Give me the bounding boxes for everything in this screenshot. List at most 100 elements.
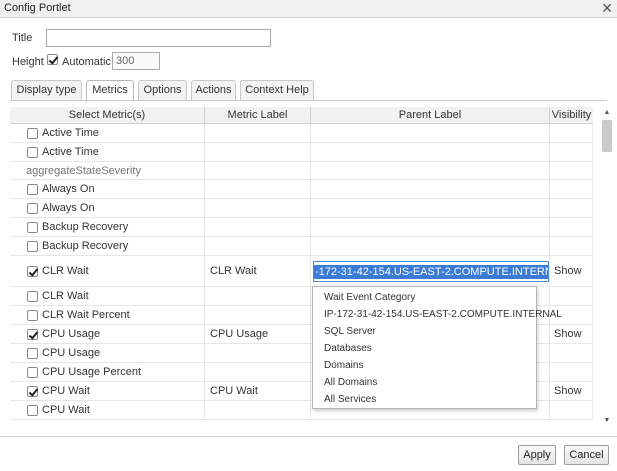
visibility-cell[interactable] — [550, 401, 593, 419]
tab-display-type[interactable]: Display type — [11, 80, 82, 101]
visibility-cell[interactable] — [550, 180, 593, 198]
metric-cell: Backup Recovery — [10, 218, 205, 236]
table-row[interactable]: Backup Recovery — [10, 218, 593, 237]
metric-label-cell[interactable] — [205, 199, 311, 217]
metric-checkbox[interactable] — [27, 328, 38, 340]
metric-name: CLR Wait Percent — [42, 309, 130, 321]
table-row[interactable]: Always On — [10, 199, 593, 218]
metric-label-cell[interactable] — [205, 124, 311, 142]
tab-options[interactable]: Options — [138, 80, 187, 101]
visibility-cell[interactable] — [550, 363, 593, 381]
metric-checkbox[interactable] — [27, 183, 38, 195]
parent-label-cell[interactable] — [311, 199, 550, 217]
cancel-button[interactable]: Cancel — [564, 445, 609, 465]
metric-checkbox[interactable] — [27, 404, 38, 416]
parent-label-cell[interactable] — [311, 218, 550, 236]
tab-divider — [10, 100, 607, 101]
metric-cell: CPU Usage — [10, 344, 205, 362]
height-input[interactable] — [112, 52, 160, 70]
metric-label-cell[interactable]: CPU Wait — [205, 382, 311, 400]
dropdown-option[interactable]: Wait Event Category — [324, 292, 415, 303]
metric-checkbox[interactable] — [27, 202, 38, 214]
metric-name: CLR Wait — [42, 265, 89, 277]
metric-label-cell[interactable] — [205, 306, 311, 324]
metric-checkbox[interactable] — [27, 240, 38, 252]
metric-checkbox[interactable] — [27, 290, 38, 302]
metric-name: CLR Wait — [42, 290, 89, 302]
metric-checkbox[interactable] — [27, 347, 38, 359]
table-row[interactable]: Active Time — [10, 143, 593, 162]
visibility-cell[interactable]: Show — [550, 382, 593, 400]
parent-label-cell[interactable] — [311, 237, 550, 255]
metric-label-cell[interactable] — [205, 237, 311, 255]
header-select-metrics[interactable]: Select Metric(s) — [10, 107, 205, 124]
title-label: Title — [12, 32, 33, 44]
grid-scrollbar[interactable]: ▲ ▼ — [600, 107, 614, 427]
metric-label-cell[interactable] — [205, 143, 311, 161]
metric-checkbox[interactable] — [27, 146, 38, 158]
tab-actions[interactable]: Actions — [191, 80, 236, 101]
dropdown-option[interactable]: IP-172-31-42-154.US-EAST-2.COMPUTE.INTER… — [324, 309, 562, 320]
metric-name: CPU Usage — [42, 328, 101, 340]
header-parent-label[interactable]: Parent Label — [311, 107, 550, 124]
header-metric-label[interactable]: Metric Label — [205, 107, 311, 124]
table-row[interactable]: Backup Recovery — [10, 237, 593, 256]
scroll-up-icon[interactable]: ▲ — [600, 107, 614, 119]
parent-label-cell[interactable] — [311, 124, 550, 142]
scroll-down-icon[interactable]: ▼ — [600, 415, 614, 427]
visibility-cell[interactable] — [550, 199, 593, 217]
table-row[interactable]: Always On — [10, 180, 593, 199]
parent-label-input[interactable]: -172-31-42-154.US-EAST-2.COMPUTE.INTERNA… — [313, 261, 549, 282]
dropdown-option[interactable]: Domains — [324, 360, 363, 371]
visibility-cell[interactable]: Show — [550, 256, 593, 286]
table-row-group: aggregateStateSeverity — [10, 162, 593, 180]
metric-cell: Backup Recovery — [10, 237, 205, 255]
visibility-cell[interactable]: Show — [550, 325, 593, 343]
dropdown-option[interactable]: SQL Server — [324, 326, 376, 337]
metric-checkbox[interactable] — [27, 385, 38, 397]
metric-checkbox[interactable] — [27, 309, 38, 321]
automatic-checkbox[interactable] — [47, 54, 58, 65]
window-title: Config Portlet — [4, 2, 71, 14]
apply-button[interactable]: Apply — [518, 445, 556, 465]
metric-checkbox[interactable] — [27, 366, 38, 378]
tab-metrics[interactable]: Metrics — [86, 80, 134, 102]
group-name: aggregateStateSeverity — [26, 164, 141, 177]
metric-label-cell[interactable] — [205, 401, 311, 419]
dropdown-option[interactable]: Databases — [324, 343, 372, 354]
parent-label-cell[interactable]: -172-31-42-154.US-EAST-2.COMPUTE.INTERNA… — [311, 256, 550, 286]
close-icon[interactable]: ✕ — [601, 0, 613, 16]
metric-checkbox[interactable] — [27, 265, 38, 277]
scroll-thumb[interactable] — [602, 120, 612, 152]
dropdown-option[interactable]: All Domains — [324, 377, 377, 388]
visibility-cell[interactable] — [550, 124, 593, 142]
metric-checkbox[interactable] — [27, 127, 38, 139]
metric-checkbox[interactable] — [27, 221, 38, 233]
visibility-cell[interactable] — [550, 218, 593, 236]
visibility-cell — [550, 162, 593, 179]
metric-label-cell[interactable] — [205, 180, 311, 198]
metric-cell: Always On — [10, 199, 205, 217]
metric-label-cell[interactable] — [205, 218, 311, 236]
visibility-cell[interactable] — [550, 237, 593, 255]
visibility-cell[interactable] — [550, 344, 593, 362]
metric-name: CPU Wait — [42, 404, 90, 416]
visibility-cell[interactable] — [550, 287, 593, 305]
tab-context-help[interactable]: Context Help — [240, 80, 314, 101]
metric-label-cell[interactable] — [205, 363, 311, 381]
header-visibility[interactable]: Visibility — [550, 107, 593, 124]
table-row[interactable]: Active Time — [10, 124, 593, 143]
metric-label-cell[interactable] — [205, 344, 311, 362]
parent-label-cell[interactable] — [311, 143, 550, 161]
metric-cell: aggregateStateSeverity — [10, 162, 205, 179]
parent-label-dropdown: Wait Event Category IP-172-31-42-154.US-… — [312, 286, 562, 409]
parent-label-cell[interactable] — [311, 180, 550, 198]
title-input[interactable] — [46, 29, 271, 47]
visibility-cell[interactable] — [550, 143, 593, 161]
metric-label-cell[interactable] — [205, 287, 311, 305]
table-row-editing[interactable]: CLR Wait CLR Wait -172-31-42-154.US-EAST… — [10, 256, 593, 287]
metric-label-cell[interactable]: CPU Usage — [205, 325, 311, 343]
dropdown-option[interactable]: All Services — [324, 394, 376, 405]
metric-label-cell[interactable]: CLR Wait — [205, 256, 311, 286]
metric-name: Backup Recovery — [42, 240, 129, 252]
